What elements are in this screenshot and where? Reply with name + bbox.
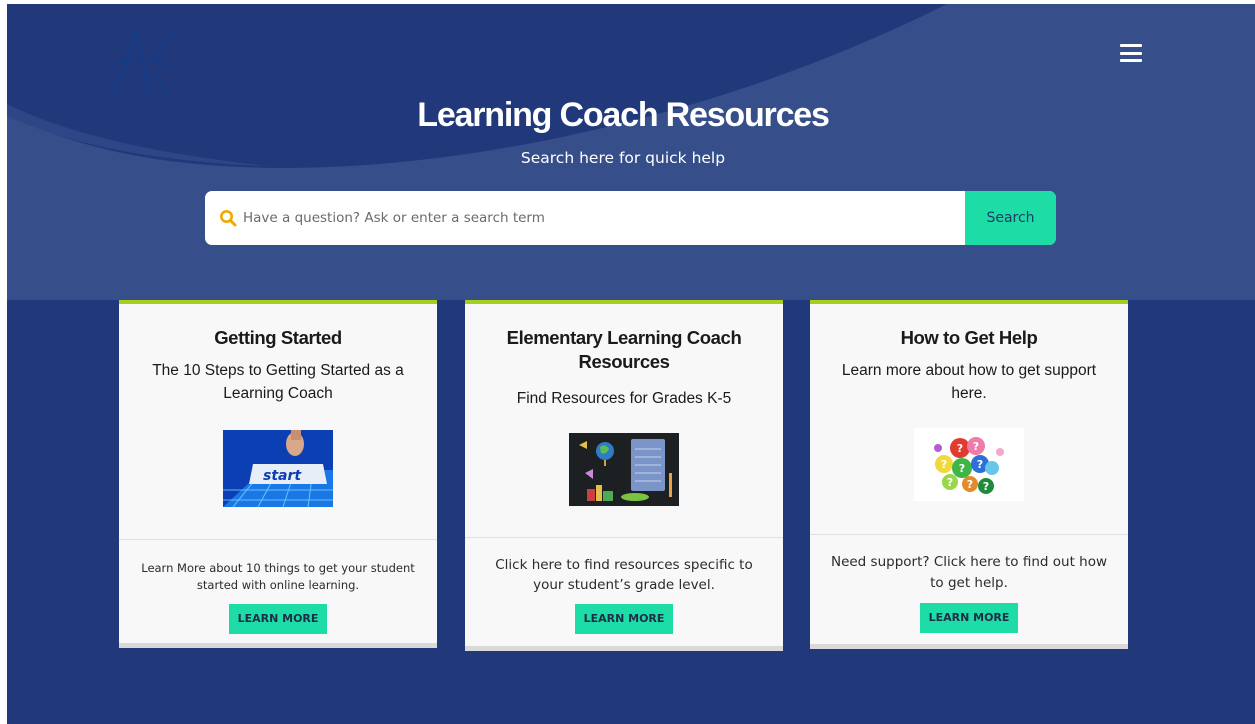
academy-logo-icon	[106, 29, 180, 99]
classroom-chalkboard-image	[569, 433, 679, 506]
card-footer: Need support? Click here to find out how…	[810, 535, 1128, 644]
card-header: Getting Started The 10 Steps to Getting …	[119, 304, 437, 540]
menu-line	[1120, 44, 1142, 47]
search-bar: Search	[205, 191, 1056, 245]
page-title: Learning Coach Resources	[417, 96, 830, 134]
card-description: The 10 Steps to Getting Started as a Lea…	[152, 362, 404, 402]
page: Learning Coach Resources Search here for…	[7, 4, 1255, 724]
card-footer-text: Click here to find resources specific to…	[495, 557, 753, 593]
svg-text:start: start	[263, 468, 302, 484]
card-description: Learn more about how to get support here…	[841, 362, 1097, 402]
svg-text:?: ?	[947, 476, 953, 489]
card-how-to-get-help: How to Get Help Learn more about how to …	[810, 300, 1128, 649]
card-footer: Click here to find resources specific to…	[465, 538, 783, 646]
page-subtitle: Search here for quick help	[520, 149, 726, 167]
start-key-image: start	[223, 430, 333, 507]
hero-banner: Learning Coach Resources Search here for…	[7, 4, 1255, 300]
learn-more-button[interactable]: LEARN MORE	[228, 604, 328, 634]
svg-text:?: ?	[983, 480, 989, 493]
card-getting-started: Getting Started The 10 Steps to Getting …	[119, 300, 437, 648]
menu-line	[1120, 51, 1142, 55]
svg-text:?: ?	[957, 442, 963, 455]
svg-text:?: ?	[959, 462, 965, 475]
svg-text:?: ?	[967, 478, 973, 491]
card-title: Elementary Learning Coach Resources	[506, 327, 742, 372]
search-icon	[220, 210, 237, 227]
card-header: How to Get Help Learn more about how to …	[810, 304, 1128, 535]
card-header: Elementary Learning Coach Resources Find…	[465, 304, 783, 538]
learn-more-button[interactable]: LEARN MORE	[574, 604, 674, 634]
card-description: Find Resources for Grades K-5	[516, 390, 732, 407]
card-footer-text: Learn More about 10 things to get your s…	[141, 561, 415, 592]
learn-more-button[interactable]: LEARN MORE	[919, 603, 1019, 633]
svg-text:?: ?	[977, 458, 983, 471]
card-elementary-resources: Elementary Learning Coach Resources Find…	[465, 300, 783, 651]
card-title: How to Get Help	[900, 327, 1038, 348]
question-marks-image: ??? ??? ??	[914, 428, 1024, 501]
menu-line	[1120, 59, 1142, 62]
card-footer-text: Need support? Click here to find out how…	[830, 554, 1108, 591]
search-button[interactable]: Search	[965, 191, 1056, 245]
svg-text:?: ?	[941, 458, 947, 471]
svg-text:?: ?	[973, 440, 979, 453]
search-input[interactable]	[243, 191, 963, 245]
card-footer: Learn More about 10 things to get your s…	[119, 540, 437, 643]
card-title: Getting Started	[214, 327, 342, 348]
hamburger-menu-icon[interactable]	[1120, 44, 1142, 62]
